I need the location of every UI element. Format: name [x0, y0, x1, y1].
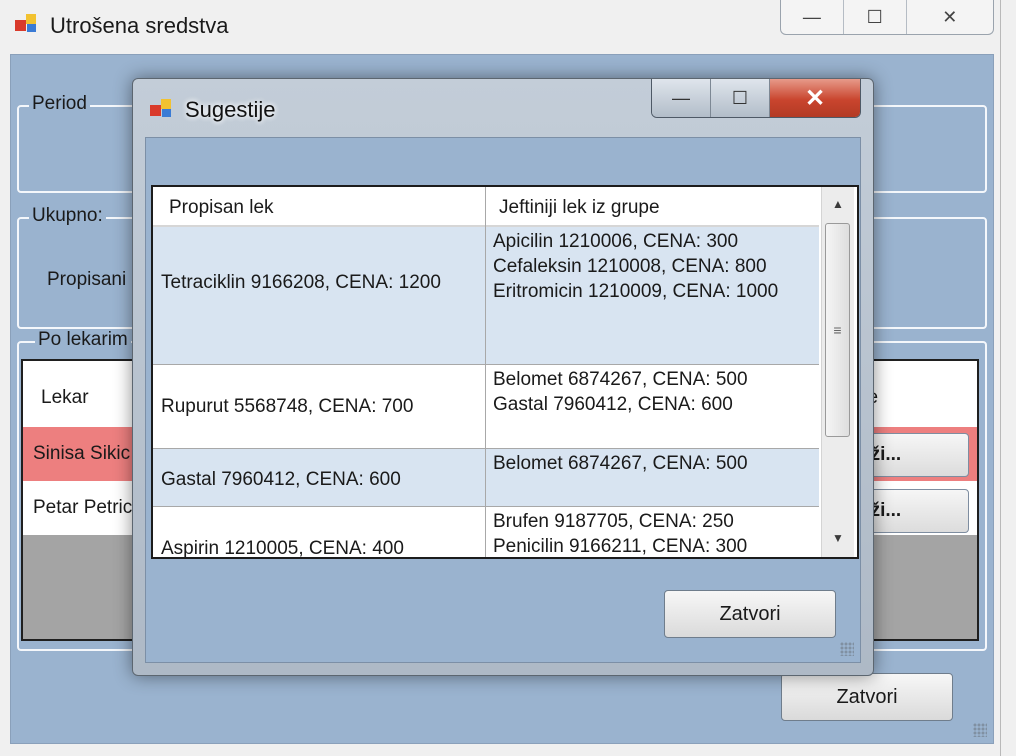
propisan-lek-cell: Rupurut 5568748, CENA: 700 [161, 396, 414, 417]
jeftiniji-lek-cell: Brufen 9187705, CENA: 250 Penicilin 9166… [493, 509, 819, 557]
column-header-jeftiniji-lek[interactable]: Jeftiniji lek iz grupe [499, 197, 660, 219]
maximize-icon: ☐ [731, 87, 749, 108]
propisan-lek-cell: Tetraciklin 9166208, CENA: 1200 [161, 272, 441, 293]
propisani-label: Propisani [47, 269, 127, 290]
close-button[interactable]: ✕ [770, 79, 860, 117]
po-lekarima-group-label: Po lekarim [35, 329, 131, 351]
scroll-up-icon[interactable]: ▲ [822, 187, 854, 221]
sugestije-dialog: Sugestije — ☐ ✕ Propisan lek Jeftiniji l… [132, 78, 874, 676]
jeftiniji-lek-item: Cefaleksin 1210008, CENA: 800 [493, 256, 767, 277]
period-group-label: Period [29, 93, 90, 115]
column-header-lekar[interactable]: Lekar [41, 387, 89, 409]
window-title: Utrošena sredstva [50, 13, 229, 38]
maximize-button[interactable]: ☐ [711, 79, 770, 117]
zatvori-button[interactable]: Zatvori [781, 673, 953, 721]
scroll-down-icon[interactable]: ▼ [822, 521, 854, 555]
jeftiniji-lek-cell: Apicilin 1210006, CENA: 300 Cefaleksin 1… [493, 229, 819, 304]
jeftiniji-lek-item: Apicilin 1210006, CENA: 300 [493, 231, 739, 252]
column-header-propisan-lek[interactable]: Propisan lek [169, 197, 274, 219]
minimize-icon: — [802, 6, 821, 27]
close-button[interactable]: ✕ [907, 0, 993, 34]
table-row[interactable]: Gastal 7960412, CENA: 600 Belomet 687426… [153, 449, 819, 507]
maximize-button[interactable]: ☐ [844, 0, 907, 34]
maximize-icon: ☐ [866, 6, 883, 27]
jeftiniji-lek-cell: Belomet 6874267, CENA: 500 [493, 451, 819, 476]
zatvori-dialog-button-label: Zatvori [719, 602, 781, 625]
resize-grip-icon[interactable] [973, 723, 987, 737]
dialog-client-area: Propisan lek Jeftiniji lek iz grupe Tetr… [145, 137, 861, 663]
jeftiniji-lek-item: Penicilin 9166211, CENA: 300 [493, 536, 748, 557]
vertical-scrollbar[interactable]: ▲ ≡ ▼ [821, 187, 854, 557]
grip-lines-icon: ≡ [833, 322, 842, 338]
zatvori-dialog-button[interactable]: Zatvori [664, 590, 836, 638]
app-icon [15, 14, 36, 32]
app-icon [150, 99, 171, 117]
close-icon: ✕ [804, 84, 826, 112]
table-row[interactable]: Aspirin 1210005, CENA: 400 Brufen 918770… [153, 507, 819, 559]
minimize-button[interactable]: — [781, 0, 844, 34]
jeftiniji-lek-item: Eritromicin 1210009, CENA: 1000 [493, 281, 779, 302]
lekar-cell: Petar Petric [33, 497, 133, 518]
dialog-caption-buttons: — ☐ ✕ [651, 79, 861, 118]
propisan-lek-cell: Aspirin 1210005, CENA: 400 [161, 538, 404, 559]
minimize-button[interactable]: — [652, 79, 711, 117]
zatvori-button-label: Zatvori [836, 685, 898, 708]
jeftiniji-lek-cell: Belomet 6874267, CENA: 500 Gastal 796041… [493, 367, 819, 417]
jeftiniji-lek-item: Brufen 9187705, CENA: 250 [493, 511, 734, 532]
jeftiniji-lek-item: Gastal 7960412, CENA: 600 [493, 394, 733, 415]
ukupno-group-label: Ukupno: [29, 205, 106, 227]
column-divider [485, 187, 486, 557]
dialog-title: Sugestije [185, 97, 276, 122]
jeftiniji-lek-item: Belomet 6874267, CENA: 500 [493, 369, 748, 390]
resize-grip-icon[interactable] [840, 642, 854, 656]
sugestije-grid: Propisan lek Jeftiniji lek iz grupe Tetr… [151, 185, 859, 559]
jeftiniji-lek-item: Belomet 6874267, CENA: 500 [493, 453, 748, 474]
table-row[interactable]: Rupurut 5568748, CENA: 700 Belomet 68742… [153, 365, 819, 449]
propisan-lek-cell: Gastal 7960412, CENA: 600 [161, 469, 401, 490]
sugestije-grid-header: Propisan lek Jeftiniji lek iz grupe [153, 187, 819, 227]
scroll-thumb[interactable]: ≡ [825, 223, 850, 437]
window-caption-buttons: — ☐ ✕ [780, 0, 994, 35]
table-row[interactable]: Tetraciklin 9166208, CENA: 1200 Apicilin… [153, 227, 819, 365]
minimize-icon: — [672, 87, 690, 108]
close-icon: ✕ [942, 6, 958, 27]
lekar-cell: Sinisa Sikic [33, 443, 131, 464]
